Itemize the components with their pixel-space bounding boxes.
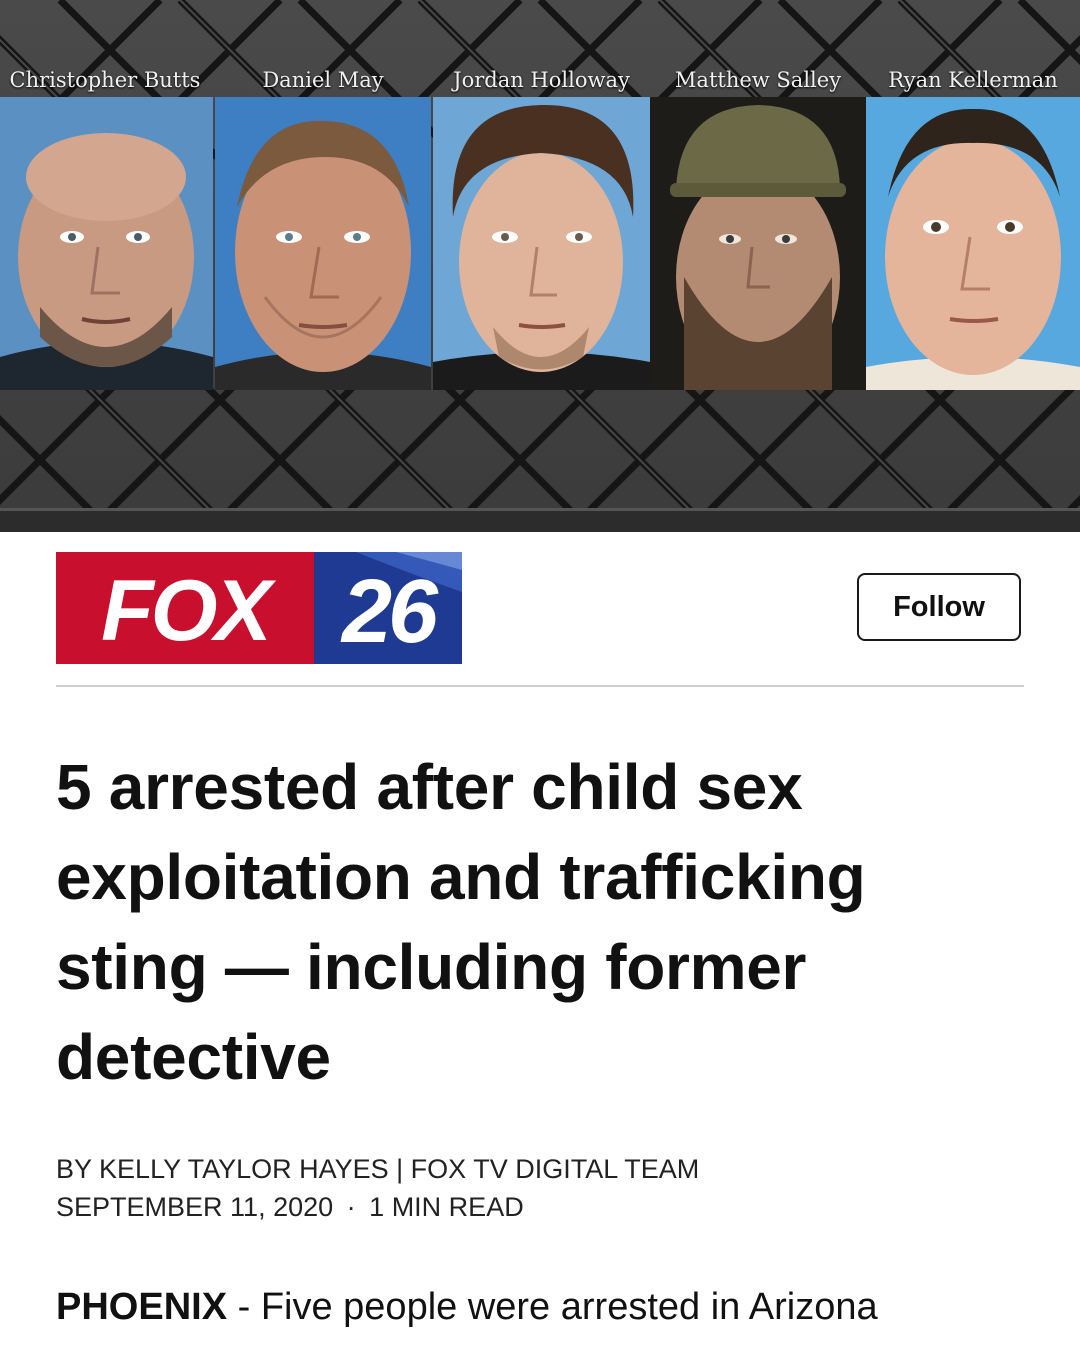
mugshot-photo <box>0 97 213 390</box>
mugshot-photo <box>215 97 431 390</box>
article-lead-paragraph: PHOENIX - Five people were arrested in A… <box>56 1282 1056 1332</box>
dateline: PHOENIX <box>56 1286 228 1328</box>
publish-date: SEPTEMBER 11, 2020 <box>56 1192 334 1222</box>
header-photo-collage: Christopher Butts Daniel May Jordan Holl… <box>0 0 1080 532</box>
photo-bottom-strip <box>0 508 1080 532</box>
author-byline: BY KELLY TAYLOR HAYES | FOX TV DIGITAL T… <box>56 1154 700 1184</box>
read-time: 1 MIN READ <box>369 1192 524 1222</box>
mugshot-photo <box>866 97 1080 390</box>
person-name-label: Jordan Holloway <box>453 68 630 92</box>
mugshot-photo <box>433 97 650 390</box>
article-headline: 5 arrested after child sex exploitation … <box>56 751 866 1093</box>
logo-word: FOX <box>101 563 276 659</box>
divider <box>56 685 1024 687</box>
follow-button[interactable]: Follow <box>857 573 1021 641</box>
meta-separator: · <box>346 1192 356 1222</box>
person-name-label: Matthew Salley <box>674 68 842 92</box>
person-name-label: Christopher Butts <box>9 68 201 92</box>
publish-info: SEPTEMBER 11, 2020 · 1 MIN READ <box>56 1188 1016 1226</box>
fox26-logo[interactable]: FOX 26 <box>56 552 462 664</box>
person-name-label: Daniel May <box>262 68 384 92</box>
article-meta: BY KELLY TAYLOR HAYES | FOX TV DIGITAL T… <box>56 1150 1016 1226</box>
lead-text: - Five people were arrested in Arizona <box>227 1286 878 1328</box>
logo-number: 26 <box>340 562 439 662</box>
person-name-label: Ryan Kellerman <box>888 68 1058 92</box>
mugshot-photo <box>650 97 866 390</box>
